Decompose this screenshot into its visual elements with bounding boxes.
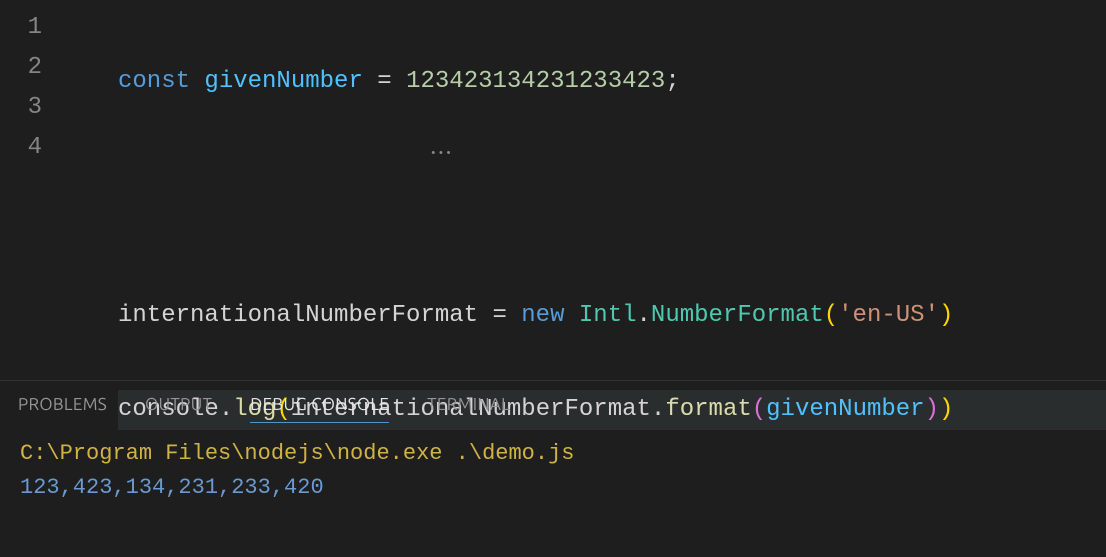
code-line[interactable]: internationalNumberFormat = new Intl.Num… [118,296,1106,336]
line-number: 3 [0,88,70,128]
line-number: 1 [0,8,70,48]
code-line[interactable] [118,202,1106,242]
line-number: 4 [0,128,70,168]
tab-debug-console[interactable]: DEBUG CONSOLE [250,395,389,423]
line-number-gutter: 1 2 3 4 [0,0,70,380]
code-area[interactable]: const givenNumber = 123423134231233423; … [70,0,1106,380]
code-line[interactable]: const givenNumber = 123423134231233423; [118,62,1106,102]
tab-output[interactable]: OUTPUT [145,395,212,423]
tab-terminal[interactable]: TERMINAL [427,395,510,423]
code-editor[interactable]: 1 2 3 4 const givenNumber = 123423134231… [0,0,1106,380]
line-number: 2 [0,48,70,88]
tab-problems[interactable]: PROBLEMS [18,395,107,423]
